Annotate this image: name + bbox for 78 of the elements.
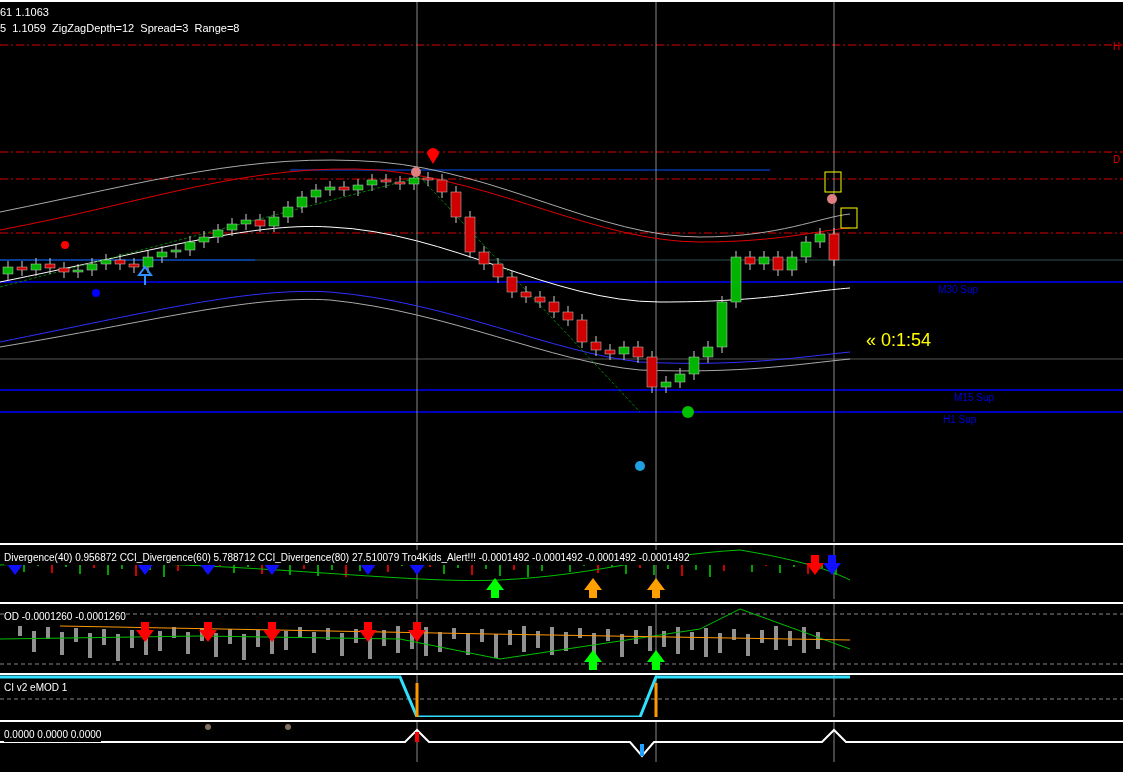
candlestick: [184, 235, 196, 257]
signal-dot: [61, 241, 69, 249]
candlestick: [520, 285, 532, 304]
level-label: M15 Sup: [954, 391, 995, 405]
candlestick: [170, 243, 182, 259]
signal-dot: [827, 194, 837, 204]
candlestick: [744, 250, 756, 271]
candlestick: [772, 250, 784, 277]
candlestick: [268, 210, 280, 233]
candlestick: [44, 257, 56, 275]
candlestick: [646, 350, 658, 394]
signal-dot: [682, 406, 694, 418]
candlestick: [422, 171, 434, 187]
candlestick: [814, 227, 826, 249]
candlestick: [366, 173, 378, 192]
level-label: H: [1113, 40, 1121, 54]
candlestick: [2, 260, 14, 281]
candlestick: [100, 253, 112, 271]
candle-timer-text: « 0:1:54: [866, 329, 932, 352]
candlestick: [632, 340, 644, 364]
candlestick: [86, 257, 98, 277]
candlestick: [142, 250, 154, 274]
candlestick: [380, 173, 392, 189]
indicator-info-text: 61 1.1063: [0, 5, 50, 20]
candlestick: [58, 261, 70, 279]
candlestick: [352, 178, 364, 197]
candlestick: [72, 263, 84, 279]
signal-dot: [635, 461, 645, 471]
signal-dot: [411, 167, 421, 177]
candlestick: [240, 213, 252, 231]
indicator-info-text: Divergence(40) 0.956872 CCI_Divergence(60) 5.788712 CCI_Divergence(80) 27.510079 Tro4Kids_Alert!!! -0.0001492 -0.0001492 -0.0001492 -0.0001492: [4, 550, 690, 565]
candlestick: [730, 250, 742, 309]
candlestick: [114, 253, 126, 271]
candlestick: [786, 250, 798, 277]
candlestick: [548, 295, 560, 319]
candlestick: [436, 173, 448, 199]
candlestick: [254, 213, 266, 233]
candlestick: [310, 183, 322, 204]
candlestick: [674, 367, 686, 389]
marker-pin-icon: [427, 148, 439, 164]
candlestick: [296, 190, 308, 214]
candlestick: [16, 260, 28, 277]
level-label: H1 Sup: [943, 413, 977, 427]
candlestick: [590, 335, 602, 357]
candlestick: [128, 257, 140, 274]
indicator-info-text: 5 1.1059 ZigZagDepth=12 Spread=3 Range=8: [0, 21, 240, 36]
level-label: D: [1113, 153, 1121, 167]
candlestick: [198, 230, 210, 249]
candlestick: [212, 223, 224, 244]
candlestick: [534, 290, 546, 309]
candlestick: [660, 375, 672, 394]
signal-box: [824, 171, 842, 193]
candlestick: [478, 245, 490, 271]
signal-dot: [92, 289, 100, 297]
candlestick: [394, 175, 406, 191]
candlestick: [702, 340, 714, 364]
candlestick: [282, 200, 294, 224]
candlestick: [716, 295, 728, 354]
candlestick: [464, 210, 476, 259]
candlestick: [688, 350, 700, 381]
candlestick: [618, 340, 630, 361]
candlestick: [506, 270, 518, 299]
candlestick: [30, 257, 42, 277]
candlestick: [338, 180, 350, 197]
signal-box: [840, 207, 858, 229]
candlestick: [758, 250, 770, 271]
indicator-info-text: 0.0000 0.0000 0.0000: [4, 727, 102, 742]
candlestick: [828, 227, 840, 267]
candlestick: [562, 305, 574, 327]
candlestick: [226, 217, 238, 237]
candlestick: [576, 313, 588, 349]
candlestick: [324, 180, 336, 197]
candlestick: [492, 257, 504, 284]
level-label: M30 Sup: [938, 283, 979, 297]
candlestick: [156, 245, 168, 264]
candlestick: [450, 185, 462, 224]
candlestick: [604, 343, 616, 361]
candlestick: [800, 235, 812, 264]
